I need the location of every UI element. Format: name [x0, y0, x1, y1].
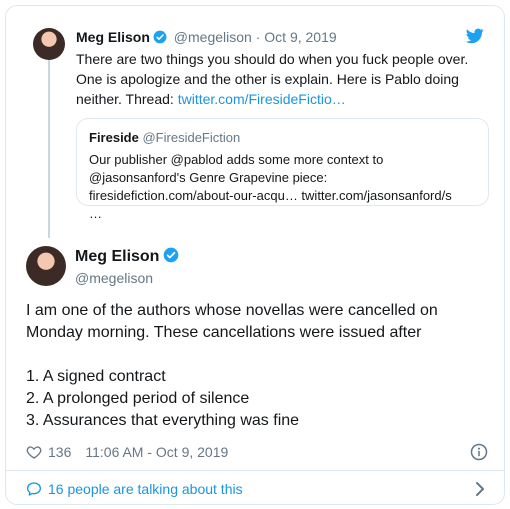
main-avatar[interactable]: [26, 246, 66, 286]
heart-icon[interactable]: [26, 444, 42, 460]
parent-tweet-text: There are two things you should do when …: [76, 49, 486, 109]
like-count[interactable]: 136: [48, 444, 71, 460]
thread-line: [48, 58, 50, 238]
conversation-label: 16 people are talking about this: [48, 481, 243, 497]
quoted-text-line: @jasonsanford's Genre Grapevine piece:: [89, 170, 328, 185]
list-item: 1. A signed contract: [26, 368, 166, 385]
parent-text-line: There are two things you should do when …: [76, 51, 469, 67]
quoted-author-name: Fireside: [89, 130, 139, 145]
list-item: 2. A prolonged period of silence: [26, 390, 250, 407]
main-author-name[interactable]: Meg Elison: [75, 248, 159, 265]
quoted-author-handle: @FiresideFiction: [142, 130, 241, 145]
speech-bubble-icon: [27, 482, 41, 496]
verified-badge-icon: [153, 30, 167, 44]
parent-avatar[interactable]: [33, 28, 65, 60]
main-author-handle[interactable]: @megelison: [75, 269, 153, 287]
parent-text-line: neither. Thread:: [76, 91, 178, 107]
quoted-text-line: Our publisher @pablod adds some more con…: [89, 152, 384, 167]
quoted-tweet-header: Fireside @FiresideFiction: [89, 129, 476, 147]
list-item: 3. Assurances that everything was fine: [26, 412, 300, 429]
quoted-text-line: firesidefiction.com/about-our-acqu… twit…: [89, 188, 452, 203]
tweet-timestamp[interactable]: 11:06 AM - Oct 9, 2019: [85, 444, 228, 460]
parent-author-handle[interactable]: @megelison: [174, 29, 252, 45]
quoted-tweet-text: Our publisher @pablod adds some more con…: [89, 151, 476, 223]
main-text-line: I am one of the authors whose novellas w…: [26, 302, 438, 319]
main-tweet-text: I am one of the authors whose novellas w…: [26, 300, 486, 432]
verified-badge-icon: [164, 247, 179, 263]
info-icon[interactable]: [470, 443, 488, 461]
parent-tweet-header: Meg Elison @megelison · Oct 9, 2019: [76, 28, 337, 46]
tweet-embed-card: Meg Elison @megelison · Oct 9, 2019 Ther…: [5, 5, 505, 505]
parent-text-line: One is apologize and the other is explai…: [76, 71, 459, 87]
parent-tweet-date[interactable]: Oct 9, 2019: [264, 29, 336, 45]
thread-link[interactable]: twitter.com/FiresideFictio…: [178, 91, 346, 107]
quoted-tweet[interactable]: Fireside @FiresideFiction Our publisher …: [76, 118, 489, 221]
main-author-name-row: Meg Elison: [75, 247, 179, 267]
meta-separator: ·: [255, 29, 261, 45]
twitter-bird-icon[interactable]: [466, 28, 484, 44]
chevron-right-icon: [476, 482, 484, 496]
quoted-text-line: …: [89, 206, 102, 221]
conversation-link[interactable]: 16 people are talking about this: [26, 478, 488, 500]
main-text-line: Monday morning. These cancellations were…: [26, 324, 422, 341]
parent-author-name[interactable]: Meg Elison: [76, 29, 150, 45]
footer-divider: [6, 470, 504, 471]
parent-text-line-last: neither. Thread: twitter.com/FiresideFic…: [76, 89, 486, 109]
tweet-actions: 136 11:06 AM - Oct 9, 2019: [26, 442, 488, 462]
